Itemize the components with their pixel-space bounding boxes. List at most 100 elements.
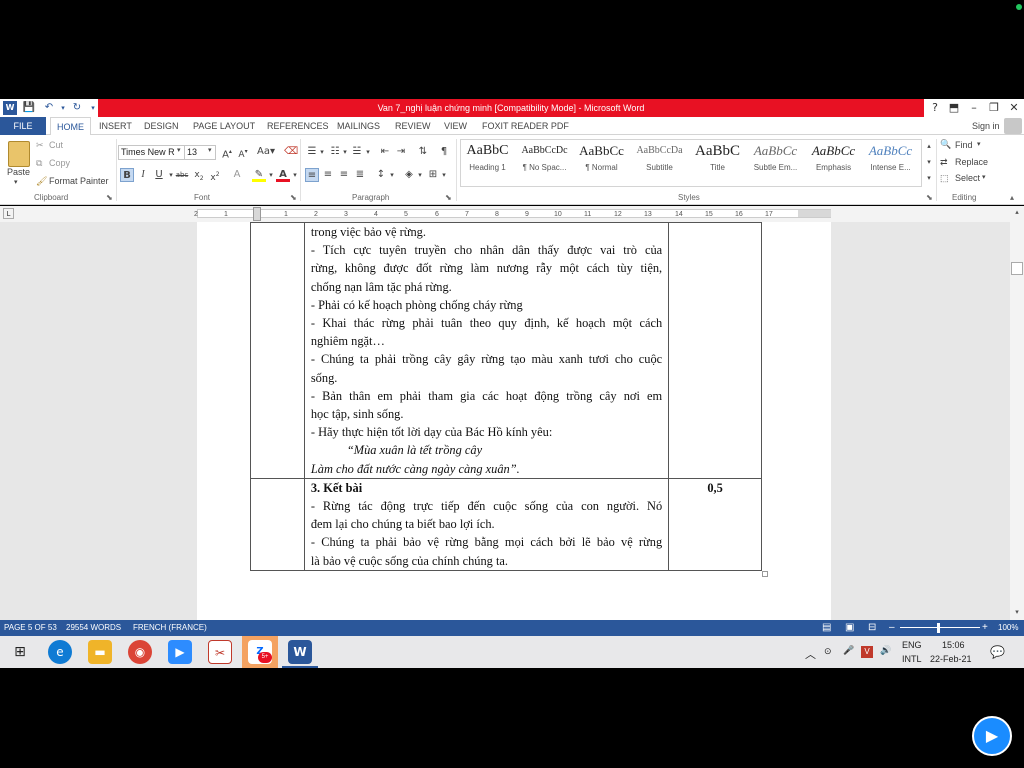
vietkey-icon[interactable]: V: [861, 646, 873, 658]
style-intense-emphasis[interactable]: AaBbCc Intense E...: [862, 141, 919, 185]
undo-icon[interactable]: ↶: [42, 101, 56, 115]
cut-button[interactable]: Cut: [49, 140, 63, 150]
replace-icon[interactable]: ⇄: [940, 157, 948, 168]
clear-formatting-icon[interactable]: ⌫: [284, 145, 298, 159]
read-mode-icon[interactable]: ▤: [822, 620, 831, 636]
notifications-icon[interactable]: 💬: [990, 645, 1005, 659]
windows-start-icon[interactable]: ⊞: [8, 640, 32, 664]
table-resize-handle[interactable]: [762, 571, 768, 577]
style-normal[interactable]: AaBbCc ¶ Normal: [573, 141, 630, 185]
input-layout[interactable]: INTL: [902, 654, 922, 664]
select-button[interactable]: Select: [955, 173, 980, 183]
tab-review[interactable]: REVIEW: [395, 117, 431, 135]
copy-button[interactable]: Copy: [49, 158, 70, 168]
line-spacing-dropdown-icon[interactable]: ▾: [385, 168, 399, 182]
find-dropdown-icon[interactable]: ▾: [977, 140, 981, 148]
justify-button[interactable]: ≣: [353, 168, 367, 182]
volume-icon[interactable]: 🔊: [880, 645, 891, 656]
language-indicator[interactable]: FRENCH (FRANCE): [133, 620, 207, 636]
table-cell[interactable]: 3. Kết bài - Rừng tác động trực tiếp đến…: [303, 477, 670, 571]
find-icon[interactable]: 🔍: [940, 139, 951, 150]
collapse-ribbon-icon[interactable]: ▴: [1010, 193, 1014, 202]
paste-dropdown-icon[interactable]: ▾: [14, 178, 18, 186]
select-dropdown-icon[interactable]: ▾: [982, 173, 986, 181]
clipboard-launcher-icon[interactable]: ⬊: [106, 193, 113, 202]
sign-in-link[interactable]: Sign in: [972, 117, 1000, 135]
edge-browser-icon[interactable]: e: [48, 640, 72, 664]
shrink-font-icon[interactable]: A▾: [236, 145, 250, 160]
scroll-thumb[interactable]: [1011, 262, 1023, 275]
zoom-slider-thumb[interactable]: [937, 623, 940, 633]
decrease-indent-icon[interactable]: ⇤: [378, 145, 392, 159]
font-size-dropdown-icon[interactable]: ▾: [208, 146, 212, 154]
tab-design[interactable]: DESIGN: [144, 117, 179, 135]
tab-file[interactable]: FILE: [0, 117, 46, 135]
scroll-down-icon[interactable]: ▾: [1012, 606, 1022, 618]
style-no-spacing[interactable]: AaBbCcDc ¶ No Spac...: [516, 141, 573, 185]
paste-button[interactable]: Paste: [7, 167, 30, 177]
table-cell[interactable]: trong việc bảo vệ rừng. - Tích cực tuyên…: [303, 222, 670, 479]
center-button[interactable]: ≡: [321, 168, 335, 182]
cut-icon[interactable]: ✂: [36, 140, 44, 151]
select-icon[interactable]: ⬚: [940, 173, 949, 184]
replace-button[interactable]: Replace: [955, 157, 988, 167]
paragraph-launcher-icon[interactable]: ⬊: [445, 193, 452, 202]
copy-icon[interactable]: ⧉: [36, 158, 42, 169]
text-effects-icon[interactable]: A: [230, 168, 244, 182]
help-button[interactable]: ?: [925, 99, 945, 117]
video-camera-icon[interactable]: ▶: [972, 716, 1012, 756]
table-cell[interactable]: [668, 222, 762, 479]
table-cell[interactable]: [250, 222, 305, 479]
vertical-scrollbar[interactable]: ▴ ▾: [1010, 206, 1024, 620]
tab-references[interactable]: REFERENCES: [267, 117, 329, 135]
align-left-button[interactable]: ≡: [305, 168, 319, 182]
styles-scroll-up-icon[interactable]: ▴: [922, 139, 936, 153]
chrome-icon[interactable]: ◉: [128, 640, 152, 664]
tab-foxit-reader-pdf[interactable]: FOXIT READER PDF: [482, 117, 569, 135]
align-right-button[interactable]: ≡: [337, 168, 351, 182]
tab-insert[interactable]: INSERT: [99, 117, 132, 135]
style-subtle-emphasis[interactable]: AaBbCc Subtle Em...: [747, 141, 804, 185]
style-title[interactable]: AaBbC Title: [689, 141, 746, 185]
save-icon[interactable]: 💾: [22, 101, 36, 115]
microphone-icon[interactable]: 🎤: [843, 645, 854, 656]
font-name-dropdown-icon[interactable]: ▾: [177, 146, 181, 154]
word-taskbar-icon[interactable]: W: [288, 640, 312, 664]
clock-time[interactable]: 15:06: [942, 640, 965, 650]
format-painter-icon[interactable]: 🖌: [36, 176, 47, 187]
tab-selector[interactable]: L: [3, 208, 14, 219]
table-cell[interactable]: [250, 477, 305, 571]
change-case-icon[interactable]: Aa▾: [256, 145, 276, 159]
style-heading-1[interactable]: AaBbC Heading 1: [459, 141, 516, 185]
zoom-level[interactable]: 100%: [998, 620, 1018, 636]
shading-dropdown-icon[interactable]: ▾: [413, 168, 427, 182]
increase-indent-icon[interactable]: ⇥: [394, 145, 408, 159]
snipping-tool-icon[interactable]: ✂: [208, 640, 232, 664]
document-area[interactable]: trong việc bảo vệ rừng. - Tích cực tuyên…: [0, 222, 1010, 620]
styles-launcher-icon[interactable]: ⬊: [926, 193, 933, 202]
styles-scroll-down-icon[interactable]: ▾: [922, 155, 936, 169]
zoom-slider[interactable]: [900, 627, 980, 628]
borders-dropdown-icon[interactable]: ▾: [437, 168, 451, 182]
print-layout-icon[interactable]: ▣: [845, 620, 854, 636]
indent-marker[interactable]: [253, 207, 261, 221]
italic-button[interactable]: I: [136, 168, 150, 182]
restore-button[interactable]: ❐: [984, 99, 1004, 117]
font-launcher-icon[interactable]: ⬊: [290, 193, 297, 202]
word-count[interactable]: 29554 WORDS: [66, 620, 121, 636]
style-emphasis[interactable]: AaBbCc Emphasis: [805, 141, 862, 185]
format-painter-button[interactable]: Format Painter: [49, 176, 109, 186]
bold-button[interactable]: B: [120, 168, 134, 182]
zoom-app-icon[interactable]: ▶: [168, 640, 192, 664]
multilevel-dropdown-icon[interactable]: ▾: [361, 145, 375, 159]
styles-more-icon[interactable]: ▾: [922, 171, 936, 185]
clipboard-icon[interactable]: [8, 141, 30, 167]
table-cell[interactable]: 0,5: [668, 477, 762, 571]
close-button[interactable]: ✕: [1004, 99, 1024, 117]
tab-page-layout[interactable]: PAGE LAYOUT: [193, 117, 255, 135]
show-formatting-marks-icon[interactable]: ¶: [437, 145, 451, 159]
bullets-dropdown-icon[interactable]: ▾: [315, 145, 329, 159]
font-name-combo[interactable]: Times New R: [118, 145, 186, 160]
avatar[interactable]: [1004, 118, 1022, 134]
zoom-in-icon[interactable]: +: [982, 620, 988, 636]
